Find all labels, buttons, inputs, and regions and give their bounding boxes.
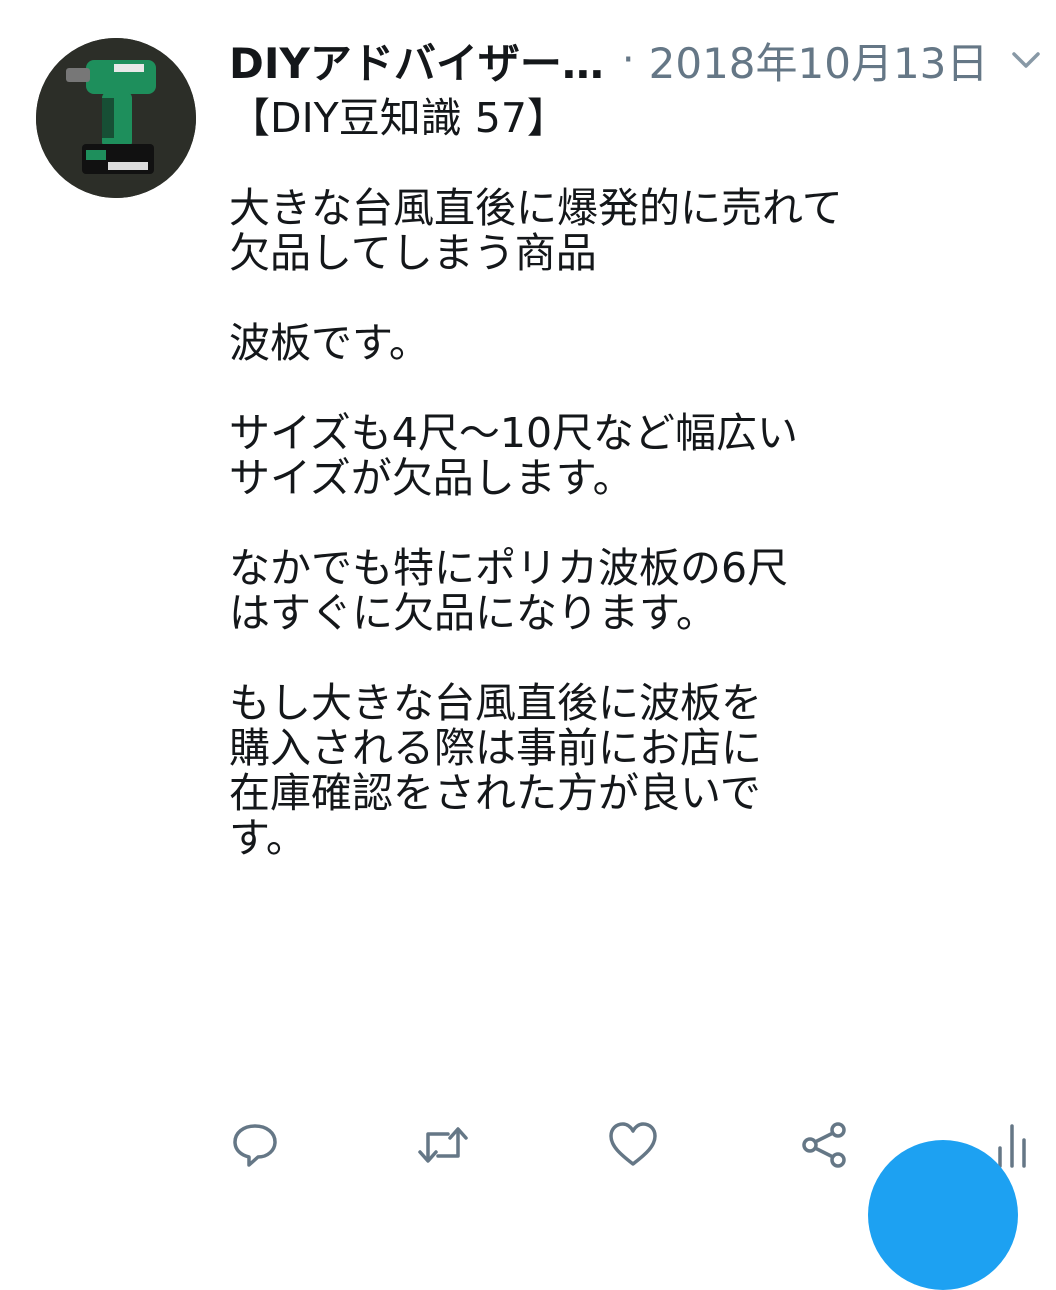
avatar[interactable] [36, 38, 196, 198]
share-button[interactable] [798, 1118, 852, 1172]
like-button[interactable] [606, 1118, 660, 1172]
tweet-paragraph: なかでも特にポリカ波板の6尺 はすぐに欠品になります。 [229, 544, 789, 637]
tweet-text: 【DIY豆知識 57】 大きな台風直後に爆発的に売れて 欠品してしまう商品 波板… [229, 96, 989, 861]
tweet-paragraph: 【DIY豆知識 57】 [229, 94, 568, 142]
analytics-button[interactable] [994, 1118, 1034, 1172]
tweet-header: DIYアドバイザー… · 2018年10月13日 [229, 28, 1036, 92]
header-separator: · [621, 37, 635, 83]
heart-icon [609, 1122, 657, 1166]
reply-button[interactable] [228, 1118, 282, 1172]
tweet-paragraph: 波板です。 [229, 319, 430, 367]
tweet-paragraph: サイズも4尺～10尺など幅広い サイズが欠品します。 [229, 409, 799, 502]
author-name[interactable]: DIYアドバイザー… [229, 30, 604, 91]
drill-avatar-image [36, 38, 196, 198]
compose-fab[interactable] [868, 1140, 1018, 1290]
reply-icon [233, 1124, 277, 1167]
share-icon [802, 1122, 846, 1168]
retweet-button[interactable] [416, 1118, 470, 1172]
tweet-date[interactable]: 2018年10月13日 [649, 30, 989, 91]
tweet-paragraph: もし大きな台風直後に波板を 購入される際は事前にお店に 在庫確認をされた方が良い… [229, 679, 762, 862]
tweet-paragraph: 大きな台風直後に爆発的に売れて 欠品してしまう商品 [229, 184, 843, 277]
retweet-icon [418, 1127, 468, 1163]
analytics-icon [998, 1124, 1026, 1168]
chevron-down-icon[interactable] [1008, 42, 1044, 78]
